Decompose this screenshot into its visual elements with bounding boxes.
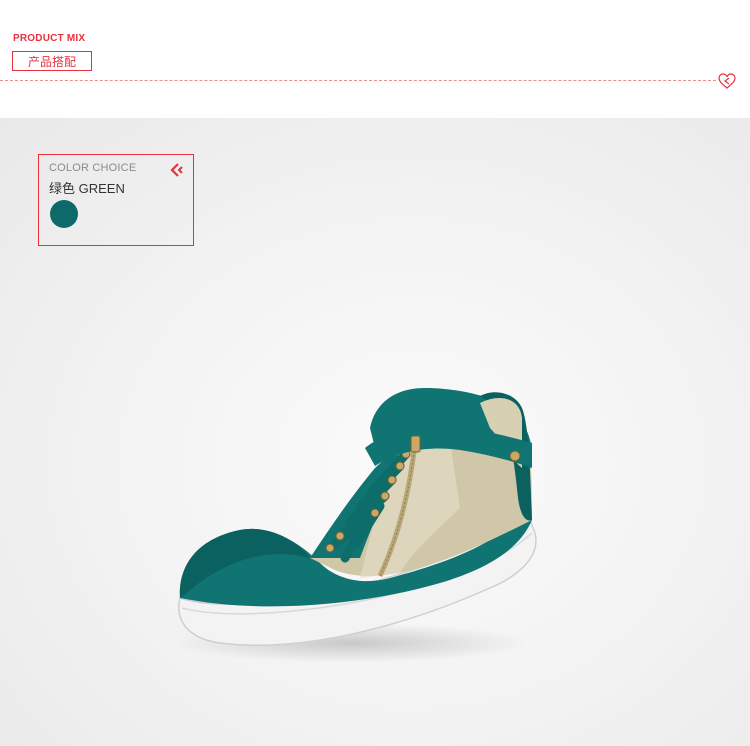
chevron-left-icon <box>170 163 183 177</box>
section-title: PRODUCT MIX <box>13 33 86 44</box>
product-stage: COLOR CHOICE 绿色 GREEN <box>0 118 750 746</box>
color-name: 绿色 GREEN <box>49 181 125 196</box>
section-subtitle: 产品搭配 <box>12 51 92 71</box>
color-swatch[interactable] <box>50 200 78 228</box>
divider <box>0 80 716 81</box>
sneaker-image <box>178 388 537 646</box>
heart-icon <box>718 73 736 89</box>
color-choice-box: COLOR CHOICE 绿色 GREEN <box>38 154 194 246</box>
color-choice-label: COLOR CHOICE <box>49 162 137 174</box>
section-header: PRODUCT MIX 产品搭配 <box>0 0 750 118</box>
